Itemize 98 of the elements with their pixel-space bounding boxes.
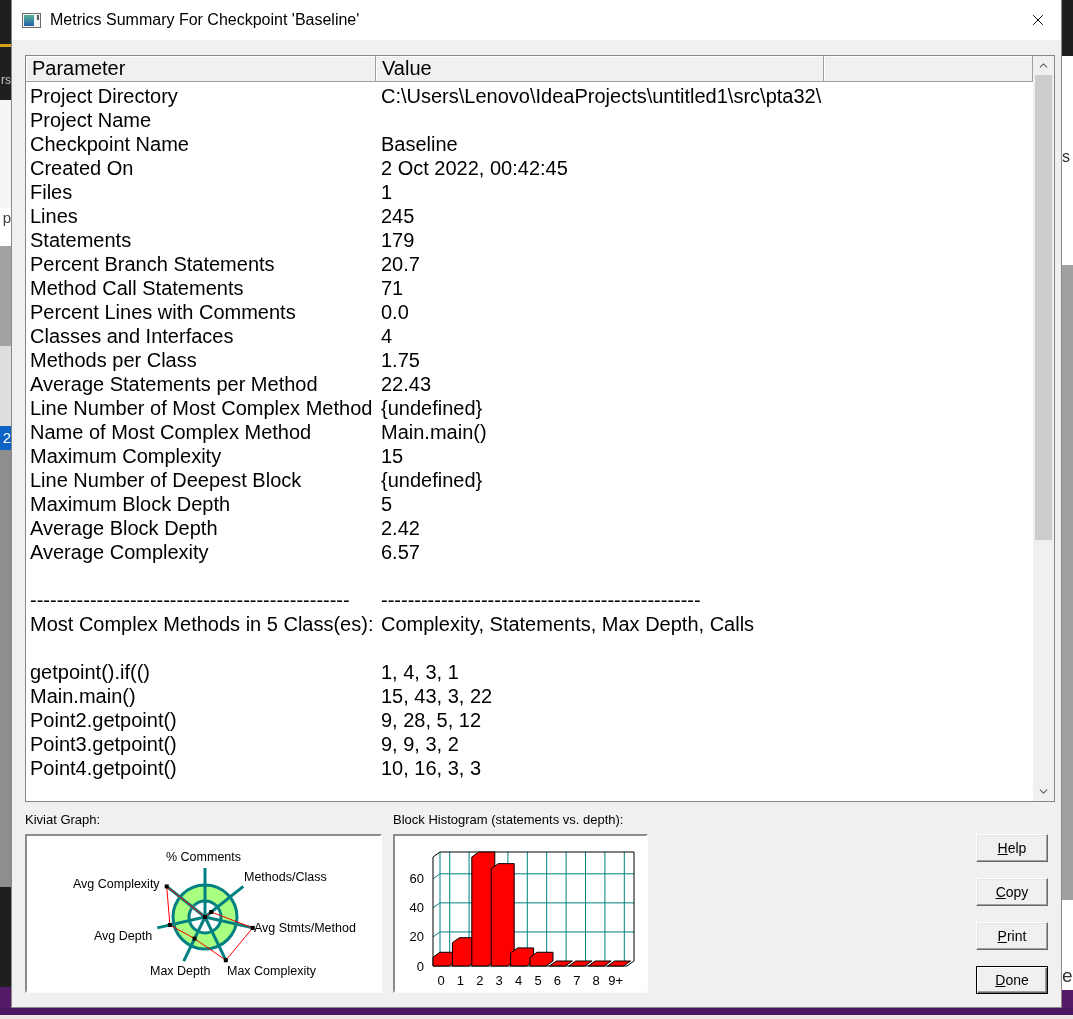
x-tick-label: 6 xyxy=(553,973,561,988)
dialog-button[interactable]: Copy xyxy=(976,878,1048,906)
row-value: 179 xyxy=(381,229,415,251)
kiviat-point xyxy=(223,958,228,963)
y-tick-label: 0 xyxy=(416,958,424,974)
row-value: 245 xyxy=(381,205,415,227)
kiviat-point xyxy=(167,923,172,927)
row-value: Complexity, Statements, Max Depth, Calls xyxy=(381,613,755,635)
row-value: 4 xyxy=(381,325,393,347)
row-value: 71 xyxy=(381,277,404,299)
row-label: Name of Most Complex Method xyxy=(30,421,312,443)
row-label: Project Name xyxy=(30,109,152,131)
y-tick-label: 20 xyxy=(409,929,424,945)
row-label: Average Block Depth xyxy=(30,517,218,539)
row-label: Percent Branch Statements xyxy=(30,253,275,275)
row-label: Checkpoint Name xyxy=(30,133,189,155)
row-value: 5 xyxy=(381,493,393,515)
row-label: getpoint().if(() xyxy=(30,661,151,683)
axis-label: % Comments xyxy=(166,850,242,864)
x-tick-label: 8 xyxy=(592,973,600,988)
x-tick-label: 3 xyxy=(495,973,503,988)
kiviat-graph-label: Kiviat Graph: xyxy=(25,812,102,828)
dialog-button[interactable]: Help xyxy=(976,834,1048,862)
row-label: Maximum Block Depth xyxy=(30,493,231,515)
dialog-button[interactable]: Print xyxy=(976,922,1048,950)
row-label: Line Number of Most Complex Method xyxy=(30,397,373,419)
x-tick-label: 2 xyxy=(476,973,484,988)
axis-label: Avg Depth xyxy=(94,929,153,943)
background-text-fragment: p xyxy=(2,208,11,228)
axis-label: Avg Stmts/Method xyxy=(254,921,356,935)
row-label: Statements xyxy=(30,229,132,251)
row-label: Line Number of Deepest Block xyxy=(30,469,302,491)
row-label: Maximum Complexity xyxy=(30,445,222,467)
background-text-fragment: rs xyxy=(1,72,11,89)
histogram-label: Block Histogram (statements vs. depth): xyxy=(393,812,625,828)
axis-label: Max Depth xyxy=(150,964,211,978)
row-label: Lines xyxy=(30,205,78,227)
row-label: Point3.getpoint() xyxy=(30,733,177,755)
window-app-icon xyxy=(22,12,41,28)
row-value: 15 xyxy=(381,445,404,467)
row-value: 20.7 xyxy=(381,253,420,275)
row-label: Main.main() xyxy=(30,685,136,707)
window-title: Metrics Summary For Checkpoint 'Baseline' xyxy=(50,11,360,29)
row-value: 15, 43, 3, 22 xyxy=(381,685,493,707)
row-label: Created On xyxy=(30,157,134,179)
row-value: 9, 9, 3, 2 xyxy=(381,733,459,755)
y-tick-label: 40 xyxy=(409,900,424,916)
row-value: {undefined} xyxy=(381,397,483,419)
x-tick-label: 4 xyxy=(515,973,523,988)
background-text-fragment: e xyxy=(1062,965,1073,987)
row-value: 0.0 xyxy=(381,301,409,323)
row-value: 22.43 xyxy=(381,373,432,395)
row-label: Point4.getpoint() xyxy=(30,757,177,779)
row-label: Average Statements per Method xyxy=(30,373,318,395)
row-value: C:\Users\Lenovo\IdeaProjects\untitled1\src\pta32\ xyxy=(381,85,822,107)
kiviat-point xyxy=(164,884,169,889)
background-editor-panel xyxy=(0,0,11,44)
row-label: Classes and Interfaces xyxy=(30,325,234,347)
row-label: Point2.getpoint() xyxy=(30,709,177,731)
row-label: Most Complex Methods in 5 Class(es): xyxy=(30,613,374,635)
row-label: Methods per Class xyxy=(30,349,197,371)
row-value: {undefined} xyxy=(381,469,483,491)
row-label: Method Call Statements xyxy=(30,277,244,299)
row-value: ------------------------------------------------ xyxy=(381,589,701,611)
axis-label: Methods/Class xyxy=(244,870,327,884)
scrollbar-thumb[interactable] xyxy=(1035,75,1052,540)
row-value: 1 xyxy=(381,181,393,203)
row-label: Percent Lines with Comments xyxy=(30,301,296,323)
kiviat-point xyxy=(250,925,255,930)
row-value: 2.42 xyxy=(381,517,420,539)
row-label: Files xyxy=(30,181,73,203)
axis-label: Avg Complexity xyxy=(73,877,160,891)
kiviat-point xyxy=(209,910,214,914)
background-text-fragment: s xyxy=(1062,147,1070,167)
kiviat-point xyxy=(203,915,207,919)
axis-label: Max Complexity xyxy=(227,964,316,978)
y-tick-label: 60 xyxy=(409,871,424,887)
row-value: 1.75 xyxy=(381,349,420,371)
column-header[interactable]: Parameter xyxy=(26,56,376,81)
row-value: 1, 4, 3, 1 xyxy=(381,661,459,683)
x-tick-label: 5 xyxy=(534,973,542,988)
row-value: 6.57 xyxy=(381,541,420,563)
x-tick-label: 0 xyxy=(437,973,445,988)
row-value: 10, 16, 3, 3 xyxy=(381,757,482,779)
dialog-button[interactable]: Done xyxy=(976,966,1048,994)
row-value: 2 Oct 2022, 00:42:45 xyxy=(381,157,568,179)
x-tick-label: 7 xyxy=(573,973,581,988)
kiviat-point xyxy=(192,936,197,941)
x-tick-label: 9+ xyxy=(608,973,623,988)
x-tick-label: 1 xyxy=(456,973,464,988)
column-header[interactable]: Value xyxy=(376,56,824,81)
row-value: Baseline xyxy=(381,133,458,155)
row-value: Main.main() xyxy=(381,421,487,443)
background-text-fragment: 2 xyxy=(2,429,11,447)
row-value: 9, 28, 5, 12 xyxy=(381,709,482,731)
row-label: Average Complexity xyxy=(30,541,209,563)
row-label: ------------------------------------------------ xyxy=(30,589,350,611)
row-label: Project Directory xyxy=(30,85,178,107)
